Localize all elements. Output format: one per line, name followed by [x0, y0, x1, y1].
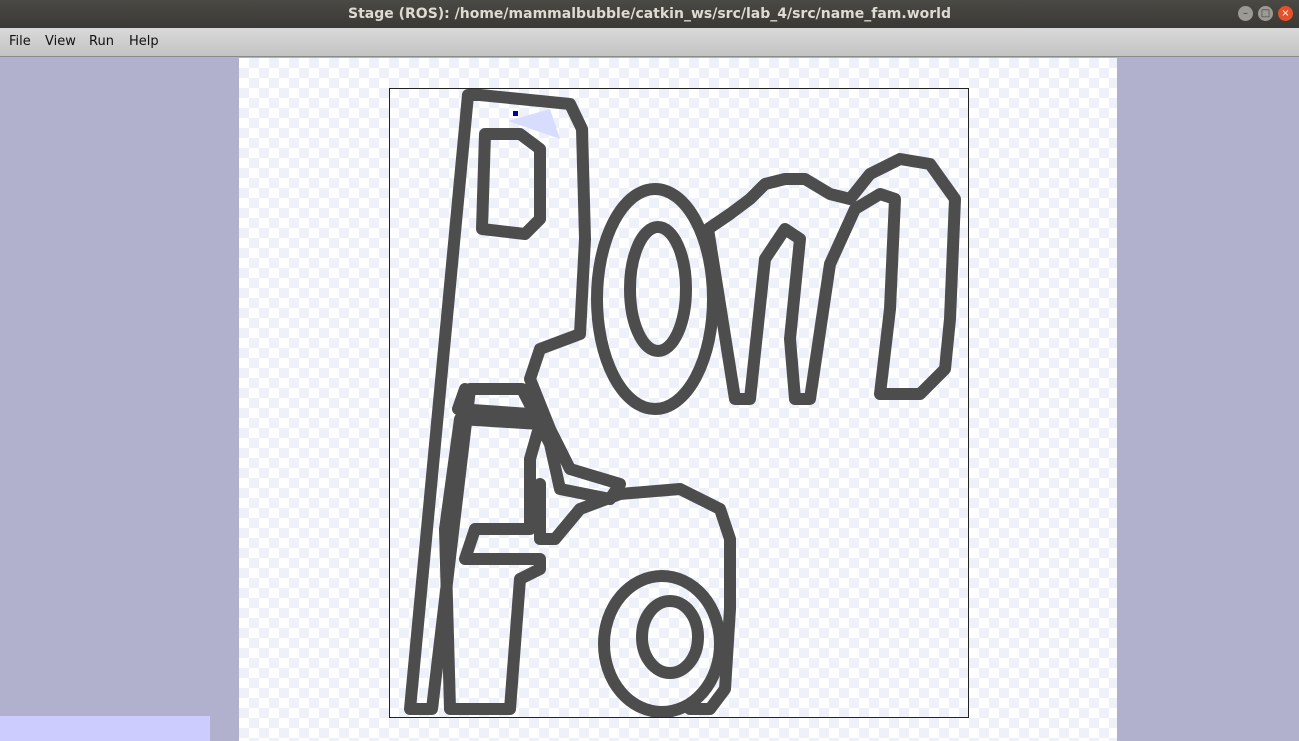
- wall-letter-a-inner: [636, 595, 704, 679]
- world-map: [404, 89, 961, 718]
- menu-help[interactable]: Help: [129, 34, 159, 49]
- robot-icon: [513, 111, 518, 116]
- menu-run[interactable]: Run: [89, 34, 114, 49]
- world-boundary: [389, 88, 969, 718]
- menu-bar: File View Run Help: [0, 28, 1299, 57]
- window-title: Stage (ROS): /home/mammalbubble/catkin_w…: [348, 6, 951, 22]
- maximize-button[interactable]: □: [1258, 6, 1273, 21]
- wall-letter-m: [702, 153, 961, 405]
- wall-letter-F: [439, 413, 546, 715]
- window-titlebar[interactable]: Stage (ROS): /home/mammalbubble/catkin_w…: [0, 0, 1299, 28]
- status-strip: [0, 716, 210, 741]
- stage-canvas[interactable]: [239, 58, 1117, 741]
- close-button[interactable]: ×: [1278, 6, 1293, 21]
- menu-view[interactable]: View: [45, 34, 76, 49]
- minimize-button[interactable]: –: [1238, 6, 1253, 21]
- wall-letter-R-inner: [476, 128, 546, 240]
- menu-file[interactable]: File: [9, 34, 31, 49]
- wall-letter-o-inner: [624, 221, 692, 357]
